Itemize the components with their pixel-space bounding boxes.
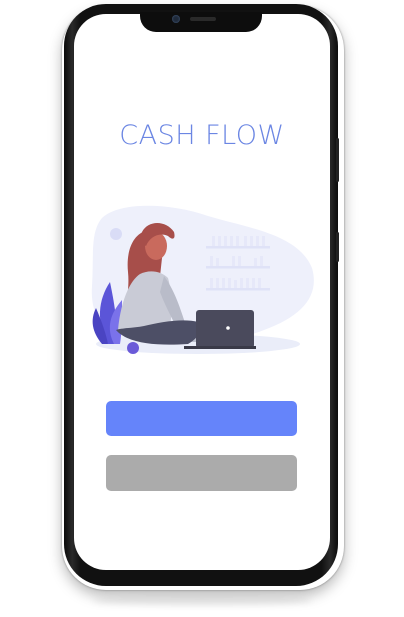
page-canvas: CASH FLOW — [0, 0, 404, 617]
decorative-dot — [110, 228, 122, 240]
phone-notch — [140, 12, 262, 32]
power-button — [336, 232, 339, 262]
laptop-logo — [226, 326, 230, 330]
laptop-base — [184, 346, 256, 349]
laptop-screen — [196, 310, 254, 348]
phone-floor-shadow — [92, 596, 312, 606]
woman-with-laptop-illustration — [91, 205, 314, 354]
volume-button — [336, 138, 339, 182]
decorative-ball — [127, 342, 139, 354]
primary-action-button[interactable] — [106, 401, 297, 436]
app-title: CASH FLOW — [119, 120, 285, 151]
secondary-action-button[interactable] — [106, 455, 297, 491]
front-camera-icon — [172, 15, 180, 23]
earpiece-speaker — [190, 17, 216, 21]
